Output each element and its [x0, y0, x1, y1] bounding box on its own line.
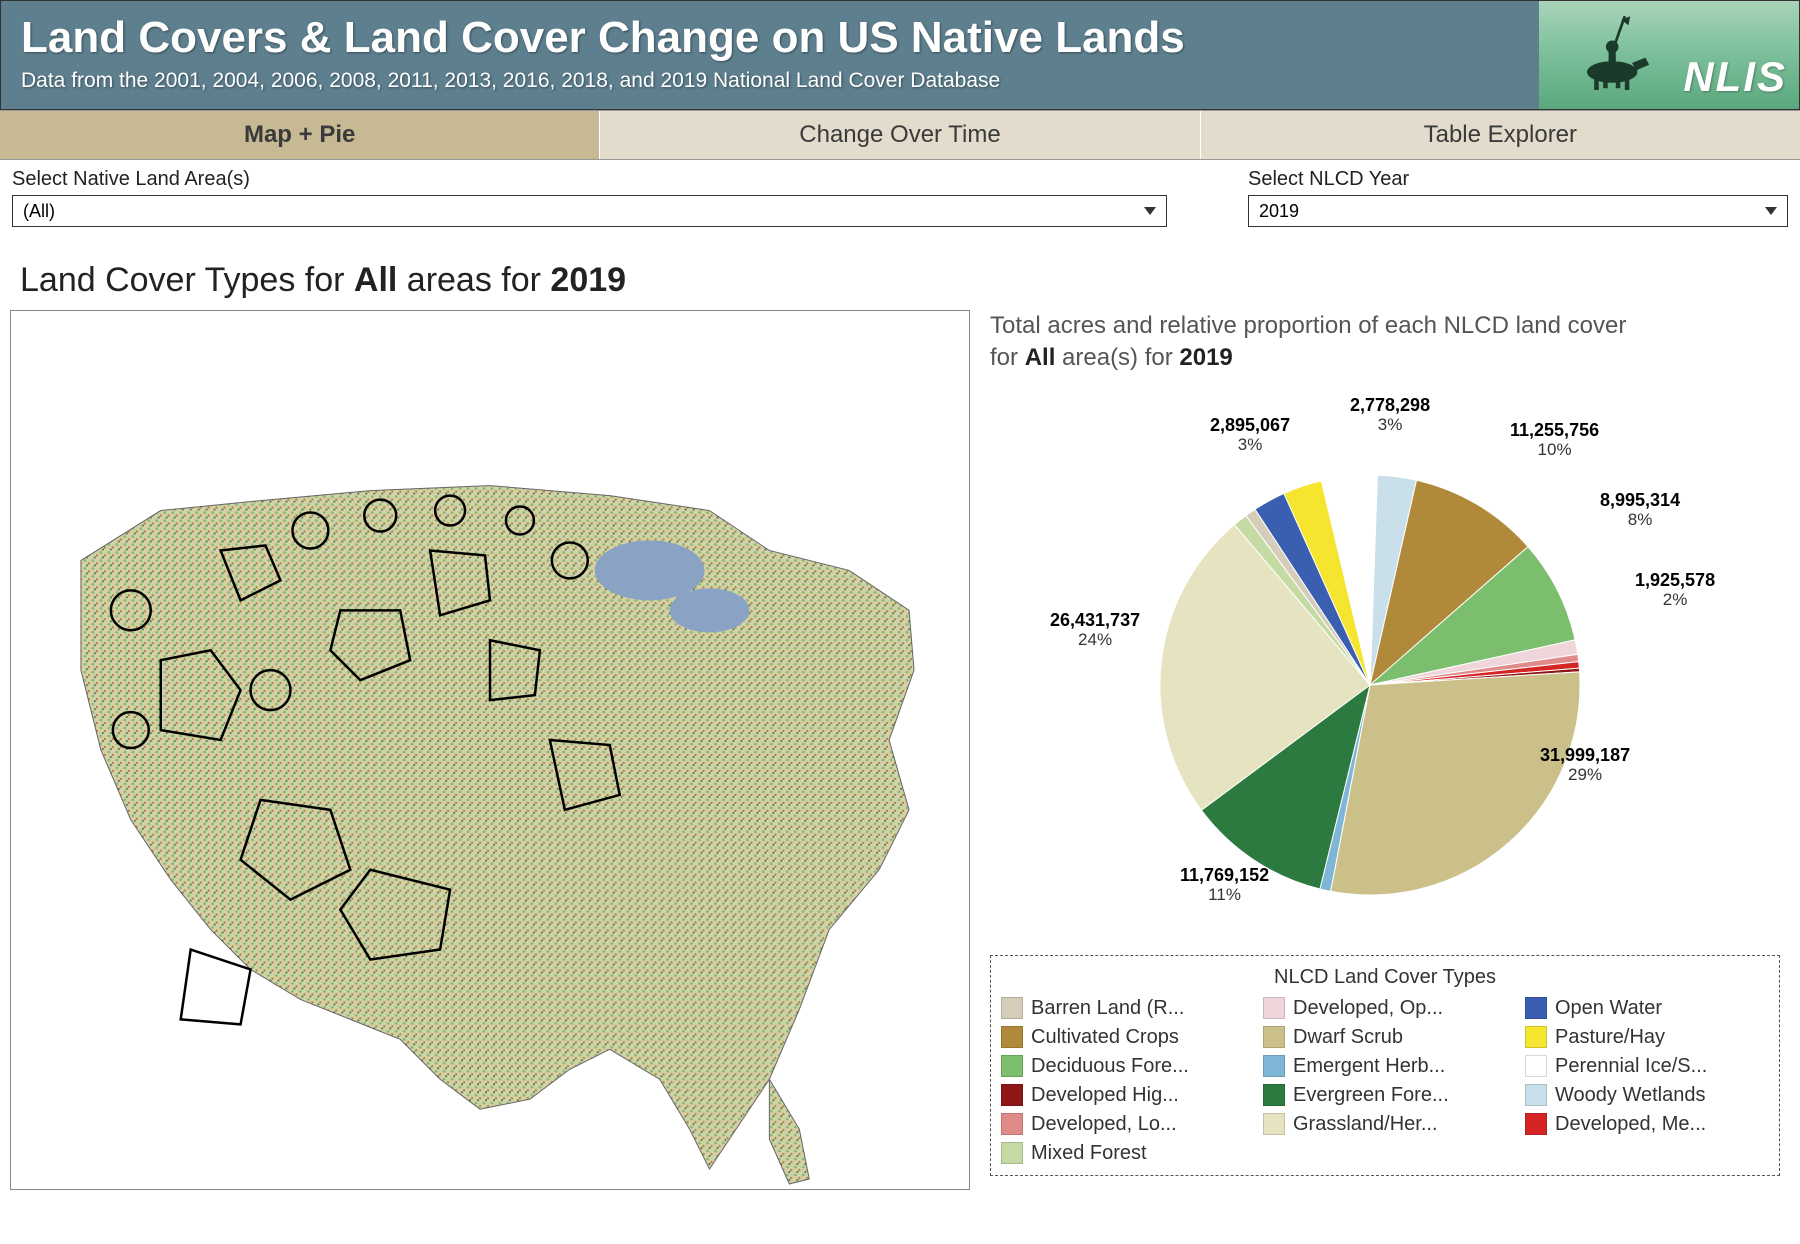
pie-svg [980, 385, 1760, 945]
legend-box: NLCD Land Cover Types Barren Land (R... D… [990, 955, 1780, 1176]
legend-label: Evergreen Fore... [1293, 1084, 1449, 1107]
filter-year-dropdown[interactable]: 2019 [1248, 195, 1788, 227]
legend-item[interactable]: Developed, Lo... [1001, 1113, 1245, 1136]
legend-label: Grassland/Her... [1293, 1113, 1438, 1136]
pie-label-grassland: 31,999,18729% [1540, 745, 1630, 785]
page-subtitle: Data from the 2001, 2004, 2006, 2008, 20… [21, 69, 1519, 93]
legend-item[interactable]: Emergent Herb... [1263, 1055, 1507, 1078]
us-map-svg [11, 311, 969, 1189]
legend-swatch [1001, 1055, 1023, 1077]
legend-item[interactable]: Perennial Ice/S... [1525, 1055, 1769, 1078]
legend-label: Barren Land (R... [1031, 997, 1184, 1020]
legend-grid: Barren Land (R... Developed, Op... Open Wa… [1001, 997, 1769, 1165]
filter-year-group: Select NLCD Year 2019 [1248, 168, 1788, 227]
legend-item[interactable]: Barren Land (R... [1001, 997, 1245, 1020]
legend-swatch [1525, 1055, 1547, 1077]
legend-item[interactable]: Dwarf Scrub [1263, 1026, 1507, 1049]
legend-swatch [1263, 1026, 1285, 1048]
legend-swatch [1525, 997, 1547, 1019]
pie-label-crops: 11,255,75610% [1510, 420, 1599, 460]
legend-swatch [1525, 1084, 1547, 1106]
legend-swatch [1525, 1026, 1547, 1048]
legend-label: Deciduous Fore... [1031, 1055, 1189, 1078]
legend-swatch [1263, 1055, 1285, 1077]
legend-item[interactable]: Cultivated Crops [1001, 1026, 1245, 1049]
legend-swatch [1001, 1113, 1023, 1135]
tab-table-explorer[interactable]: Table Explorer [1201, 111, 1800, 159]
pie-title: Total acres and relative proportion of e… [980, 310, 1790, 385]
legend-item[interactable]: Mixed Forest [1001, 1142, 1245, 1165]
legend-item[interactable]: Developed, Op... [1263, 997, 1507, 1020]
legend-label: Developed, Lo... [1031, 1113, 1177, 1136]
legend-label: Mixed Forest [1031, 1142, 1147, 1165]
pie-label-evergreen: 11,769,15211% [1180, 865, 1269, 905]
header-text: Land Covers & Land Cover Change on US Na… [1, 1, 1539, 109]
legend-swatch [1001, 1026, 1023, 1048]
legend-label: Woody Wetlands [1555, 1084, 1705, 1107]
filter-row: Select Native Land Area(s) (All) Select … [0, 160, 1800, 231]
legend-swatch [1263, 1084, 1285, 1106]
pie-chart[interactable]: 31,999,18729% 26,431,73724% 11,769,15211… [980, 385, 1760, 945]
legend-item[interactable]: Deciduous Fore... [1001, 1055, 1245, 1078]
tab-bar: Map + Pie Change Over Time Table Explore… [0, 110, 1800, 160]
legend-swatch [1263, 997, 1285, 1019]
nlis-text: NLIS [1683, 53, 1787, 101]
legend-item[interactable]: Developed Hig... [1001, 1084, 1245, 1107]
chart-title: Land Cover Types for All areas for 2019 [0, 231, 1800, 310]
legend-label: Developed, Op... [1293, 997, 1443, 1020]
filter-year-label: Select NLCD Year [1248, 168, 1788, 191]
tab-map-pie[interactable]: Map + Pie [0, 111, 600, 159]
legend-swatch [1001, 997, 1023, 1019]
legend-label: Cultivated Crops [1031, 1026, 1179, 1049]
tab-change-over-time[interactable]: Change Over Time [600, 111, 1200, 159]
legend-label: Perennial Ice/S... [1555, 1055, 1707, 1078]
filter-area-dropdown[interactable]: (All) [12, 195, 1167, 227]
legend-item[interactable]: Evergreen Fore... [1263, 1084, 1507, 1107]
legend-label: Emergent Herb... [1293, 1055, 1445, 1078]
filter-area-label: Select Native Land Area(s) [12, 168, 1167, 191]
legend-item[interactable]: Woody Wetlands [1525, 1084, 1769, 1107]
legend-title: NLCD Land Cover Types [1001, 962, 1769, 997]
page-title: Land Covers & Land Cover Change on US Na… [21, 13, 1519, 63]
legend-swatch [1001, 1084, 1023, 1106]
legend-item[interactable]: Developed, Me... [1525, 1113, 1769, 1136]
legend-label: Developed, Me... [1555, 1113, 1706, 1136]
map-panel[interactable] [10, 310, 970, 1190]
legend-label: Dwarf Scrub [1293, 1026, 1403, 1049]
content-row: Total acres and relative proportion of e… [0, 310, 1800, 1200]
legend-swatch [1001, 1142, 1023, 1164]
header-bar: Land Covers & Land Cover Change on US Na… [0, 0, 1800, 110]
filter-area-group: Select Native Land Area(s) (All) [12, 168, 1167, 227]
legend-item[interactable]: Pasture/Hay [1525, 1026, 1769, 1049]
legend-label: Developed Hig... [1031, 1084, 1179, 1107]
legend-swatch [1525, 1113, 1547, 1135]
pie-label-shrub: 26,431,73724% [1050, 610, 1140, 650]
legend-label: Open Water [1555, 997, 1662, 1020]
legend-item[interactable]: Open Water [1525, 997, 1769, 1020]
pie-label-developed: 1,925,5782% [1635, 570, 1715, 610]
right-panel: Total acres and relative proportion of e… [980, 310, 1790, 1190]
legend-label: Pasture/Hay [1555, 1026, 1665, 1049]
pie-label-deciduous: 8,995,3148% [1600, 490, 1680, 530]
pie-label-woody: 2,778,2983% [1350, 395, 1430, 435]
legend-item[interactable]: Grassland/Her... [1263, 1113, 1507, 1136]
nlis-logo: NLIS [1539, 1, 1799, 109]
rider-icon [1569, 9, 1659, 99]
pie-label-pasture: 2,895,0673% [1210, 415, 1290, 455]
legend-swatch [1263, 1113, 1285, 1135]
